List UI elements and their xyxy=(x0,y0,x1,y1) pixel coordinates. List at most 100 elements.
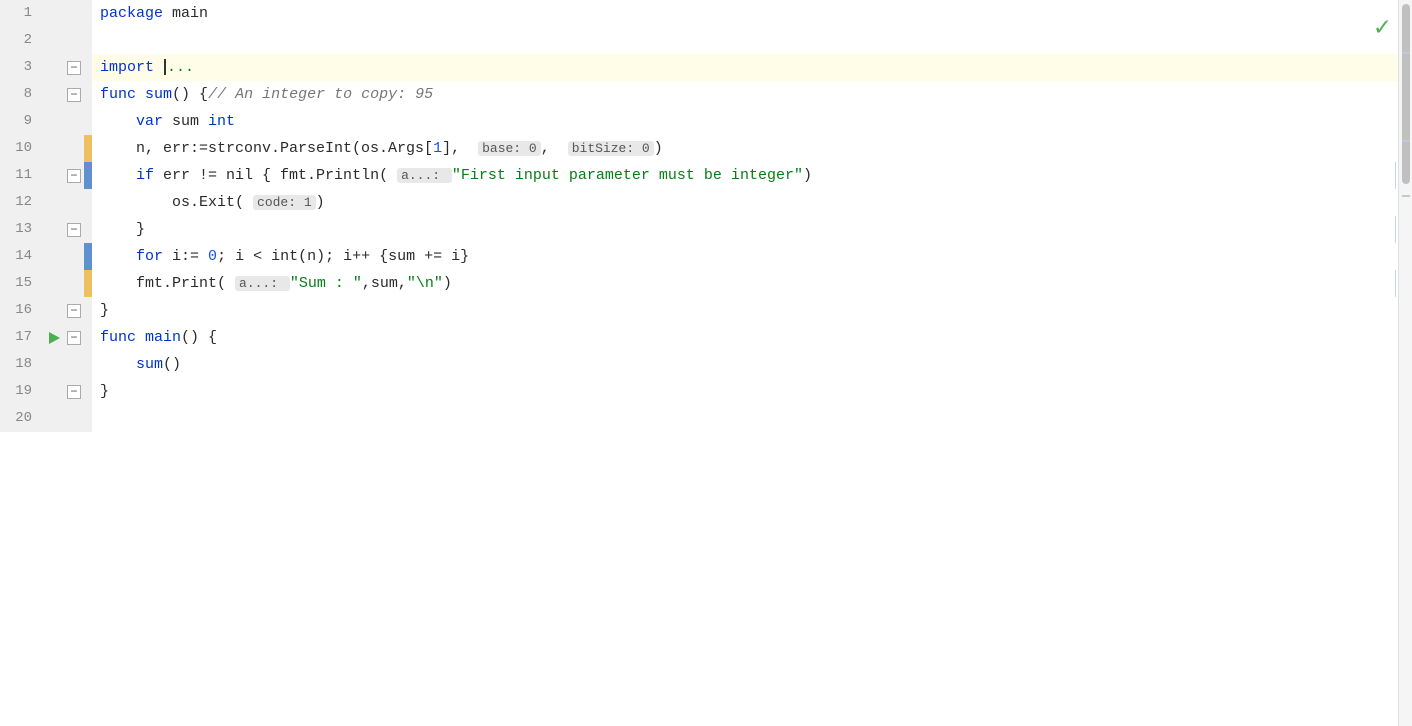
fold-area-13[interactable]: − xyxy=(64,216,84,243)
code-content-14[interactable]: for i:= 0; i < int(n); i++ {sum += i} xyxy=(92,243,1412,270)
debug-bar-11 xyxy=(84,162,92,189)
line-number-2: 2 xyxy=(0,27,44,54)
code-content-20[interactable] xyxy=(92,405,1412,432)
fold-icon-17[interactable]: − xyxy=(67,331,81,345)
run-area-3 xyxy=(44,54,64,81)
debug-bar-15 xyxy=(84,270,92,297)
line-16: 16 −} xyxy=(0,297,1412,324)
run-area-14 xyxy=(44,243,64,270)
debug-bar-8 xyxy=(84,81,92,108)
code-content-8[interactable]: func sum() {// An integer to copy: 95 xyxy=(92,81,1412,108)
code-content-10[interactable]: n, err:=strconv.ParseInt(os.Args[1], bas… xyxy=(92,135,1412,162)
code-content-11[interactable]: if err != nil { fmt.Println( a...: "Firs… xyxy=(92,162,1412,189)
run-area-18 xyxy=(44,351,64,378)
line-9: 9 var sum int xyxy=(0,108,1412,135)
line-number-19: 19 xyxy=(0,378,44,405)
fold-area-9 xyxy=(64,108,84,135)
fold-area-12 xyxy=(64,189,84,216)
line-number-15: 15 xyxy=(0,270,44,297)
scrollbar-thumb[interactable] xyxy=(1402,4,1410,184)
fold-area-10 xyxy=(64,135,84,162)
run-area-16 xyxy=(44,297,64,324)
line-number-17: 17 xyxy=(0,324,44,351)
lines-container: 1package main23−import ...8−func sum() {… xyxy=(0,0,1412,432)
code-content-3[interactable]: import ... xyxy=(92,54,1412,81)
line-number-18: 18 xyxy=(0,351,44,378)
fold-icon-16[interactable]: − xyxy=(67,304,81,318)
debug-bar-10 xyxy=(84,135,92,162)
line-8: 8 −func sum() {// An integer to copy: 95 xyxy=(0,81,1412,108)
line-15: 15 fmt.Print( a...: "Sum : ",sum,"\n") xyxy=(0,270,1412,297)
run-area-11 xyxy=(44,162,64,189)
line-18: 18 sum() xyxy=(0,351,1412,378)
run-area-15 xyxy=(44,270,64,297)
run-area-17 xyxy=(44,324,64,351)
code-content-2[interactable] xyxy=(92,27,1412,54)
debug-bar-12 xyxy=(84,189,92,216)
line-20: 20 xyxy=(0,405,1412,432)
fold-area-18 xyxy=(64,351,84,378)
debug-bar-9 xyxy=(84,108,92,135)
line-number-11: 11 xyxy=(0,162,44,189)
fold-area-16[interactable]: − xyxy=(64,297,84,324)
line-number-9: 9 xyxy=(0,108,44,135)
code-content-13[interactable]: } xyxy=(92,216,1412,243)
code-content-12[interactable]: os.Exit( code: 1) xyxy=(92,189,1412,216)
fold-icon-19[interactable]: − xyxy=(67,385,81,399)
run-area-2 xyxy=(44,27,64,54)
scrollbar[interactable] xyxy=(1398,0,1412,726)
fold-area-15 xyxy=(64,270,84,297)
line-number-3: 3 xyxy=(0,54,44,81)
fold-area-3[interactable]: − xyxy=(64,54,84,81)
run-area-20 xyxy=(44,405,64,432)
line-19: 19 −} xyxy=(0,378,1412,405)
scrollbar-mark-2 xyxy=(1402,140,1410,142)
code-content-18[interactable]: sum() xyxy=(92,351,1412,378)
line-17: 17 −func main() { xyxy=(0,324,1412,351)
code-content-9[interactable]: var sum int xyxy=(92,108,1412,135)
debug-bar-2 xyxy=(84,27,92,54)
line-12: 12 os.Exit( code: 1) xyxy=(0,189,1412,216)
line-1: 1 package main xyxy=(0,0,1412,27)
run-area-8 xyxy=(44,81,64,108)
scrollbar-mark-1 xyxy=(1402,52,1410,54)
code-content-1[interactable]: package main xyxy=(92,0,1412,27)
line-number-13: 13 xyxy=(0,216,44,243)
code-content-15[interactable]: fmt.Print( a...: "Sum : ",sum,"\n") xyxy=(92,270,1412,297)
checkmark-icon: ✓ xyxy=(1374,8,1390,48)
run-area-19 xyxy=(44,378,64,405)
fold-area-17[interactable]: − xyxy=(64,324,84,351)
line-10: 10 n, err:=strconv.ParseInt(os.Args[1], … xyxy=(0,135,1412,162)
line-number-10: 10 xyxy=(0,135,44,162)
fold-icon-8[interactable]: − xyxy=(67,88,81,102)
fold-area-2 xyxy=(64,27,84,54)
fold-area-8[interactable]: − xyxy=(64,81,84,108)
code-content-19[interactable]: } xyxy=(92,378,1412,405)
scrollbar-mark-3 xyxy=(1402,195,1410,197)
line-13: 13 − } xyxy=(0,216,1412,243)
fold-icon-13[interactable]: − xyxy=(67,223,81,237)
line-number-16: 16 xyxy=(0,297,44,324)
line-11: 11 − if err != nil { fmt.Println( a...: "… xyxy=(0,162,1412,189)
fold-area-11[interactable]: − xyxy=(64,162,84,189)
run-area-12 xyxy=(44,189,64,216)
code-content-16[interactable]: } xyxy=(92,297,1412,324)
debug-bar-3 xyxy=(84,54,92,81)
debug-bar-13 xyxy=(84,216,92,243)
run-area-9 xyxy=(44,108,64,135)
fold-area-19[interactable]: − xyxy=(64,378,84,405)
debug-bar-14 xyxy=(84,243,92,270)
fold-icon-11[interactable]: − xyxy=(67,169,81,183)
line-number-20: 20 xyxy=(0,405,44,432)
fold-area-20 xyxy=(64,405,84,432)
run-area-1 xyxy=(44,0,64,27)
line-number-8: 8 xyxy=(0,81,44,108)
run-arrow-17[interactable] xyxy=(49,332,60,344)
fold-area-14 xyxy=(64,243,84,270)
code-content-17[interactable]: func main() { xyxy=(92,324,1412,351)
code-area: 1package main23−import ...8−func sum() {… xyxy=(0,0,1412,726)
line-number-1: 1 xyxy=(0,0,44,27)
line-3: 3 −import ... xyxy=(0,54,1412,81)
line-2: 2 xyxy=(0,27,1412,54)
fold-icon-3[interactable]: − xyxy=(67,61,81,75)
